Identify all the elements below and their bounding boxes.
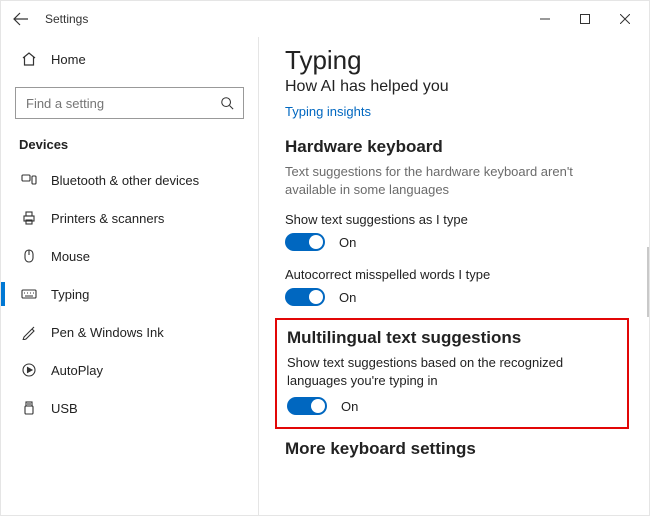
nav-item-printers[interactable]: Printers & scanners [15,200,244,236]
nav-item-typing[interactable]: Typing [15,276,244,312]
sidebar: Home Devices Bluetooth & other devices P… [1,37,259,515]
mouse-icon [21,248,37,264]
close-button[interactable] [605,3,645,35]
multilingual-highlight: Multilingual text suggestions Show text … [275,318,629,429]
toggle-show-suggestions[interactable] [285,233,325,251]
window-title: Settings [45,12,88,26]
toggle-autocorrect[interactable] [285,288,325,306]
hardware-keyboard-note: Text suggestions for the hardware keyboa… [285,163,623,198]
search-icon [219,95,235,111]
nav-home[interactable]: Home [15,41,244,77]
back-button[interactable] [11,9,31,29]
autoplay-icon [21,362,37,378]
nav-item-label: Pen & Windows Ink [51,325,164,340]
pen-icon [21,324,37,340]
nav-item-mouse[interactable]: Mouse [15,238,244,274]
nav-item-label: Printers & scanners [51,211,164,226]
page-title: Typing [285,45,623,76]
minimize-button[interactable] [525,3,565,35]
nav-item-label: AutoPlay [51,363,103,378]
more-keyboard-heading: More keyboard settings [285,439,623,459]
content-pane: Typing How AI has helped you Typing insi… [259,37,649,515]
nav-item-bluetooth[interactable]: Bluetooth & other devices [15,162,244,198]
usb-icon [21,400,37,416]
nav-item-usb[interactable]: USB [15,390,244,426]
nav-item-label: Mouse [51,249,90,264]
nav-item-label: Typing [51,287,89,302]
title-bar: Settings [1,1,649,37]
multilingual-note: Show text suggestions based on the recog… [287,354,617,389]
toggle-show-suggestions-state: On [335,235,356,250]
setting-autocorrect-label: Autocorrect misspelled words I type [285,267,623,282]
search-input[interactable] [24,95,219,112]
scrollbar[interactable] [647,247,649,317]
hardware-keyboard-heading: Hardware keyboard [285,137,623,157]
nav-home-label: Home [51,52,86,67]
toggle-multilingual[interactable] [287,397,327,415]
window-controls [525,3,645,35]
typing-insights-link[interactable]: Typing insights [285,104,371,119]
devices-icon [21,172,37,188]
toggle-multilingual-state: On [337,399,358,414]
home-icon [21,51,37,67]
nav-item-pen[interactable]: Pen & Windows Ink [15,314,244,350]
search-box[interactable] [15,87,244,119]
nav-item-autoplay[interactable]: AutoPlay [15,352,244,388]
keyboard-icon [21,286,37,302]
setting-show-suggestions-label: Show text suggestions as I type [285,212,623,227]
page-subtitle: How AI has helped you [285,78,623,96]
toggle-autocorrect-state: On [335,290,356,305]
maximize-button[interactable] [565,3,605,35]
nav-item-label: Bluetooth & other devices [51,173,199,188]
category-label: Devices [19,137,244,152]
multilingual-heading: Multilingual text suggestions [287,328,617,348]
nav-item-label: USB [51,401,78,416]
printer-icon [21,210,37,226]
